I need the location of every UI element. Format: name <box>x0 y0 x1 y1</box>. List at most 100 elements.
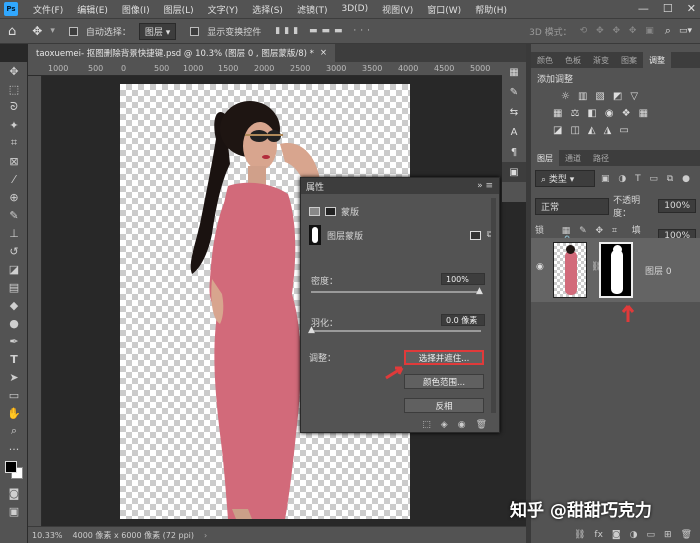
zoom-tool-icon[interactable]: ⌕ <box>0 422 28 440</box>
tab-color[interactable]: 颜色 <box>531 52 559 68</box>
auto-select-checkbox[interactable] <box>68 26 78 36</box>
panel-menu-icon[interactable]: » ≡ <box>477 181 493 191</box>
vibrance-icon[interactable]: ▽ <box>630 91 638 102</box>
density-slider-track[interactable] <box>311 291 481 293</box>
3d-icons[interactable]: ⟲ ✥ ✥ ✥ ▣ <box>580 26 657 36</box>
vector-mask-icon[interactable] <box>325 207 336 216</box>
new-group-icon[interactable]: ▭ <box>647 530 656 540</box>
filter-icons[interactable]: ▣ ◑ T ▭ ⧉ ● <box>601 174 693 184</box>
history-brush-icon[interactable]: ↺ <box>0 242 28 260</box>
menu-view[interactable]: 视图(V) <box>375 3 420 16</box>
minimize-icon[interactable]: — <box>638 2 649 15</box>
color-lookup-icon[interactable]: ▦ <box>639 108 648 119</box>
layer-row[interactable]: ◉ ⛓ 图层 0 <box>531 238 700 302</box>
fx-icon[interactable]: fx <box>594 530 603 540</box>
properties-header[interactable]: 属性 » ≡ <box>301 178 499 194</box>
new-layer-icon[interactable]: ⊞ <box>664 530 672 540</box>
layer-filter-dropdown[interactable]: ⌕ 类型 ▾ <box>535 170 595 187</box>
selective-color-icon[interactable]: ◮ <box>604 125 612 136</box>
maximize-icon[interactable]: ☐ <box>663 2 673 15</box>
tab-paths[interactable]: 路径 <box>587 150 615 166</box>
type-tool-icon[interactable]: T <box>0 350 28 368</box>
healing-brush-icon[interactable]: ⊕ <box>0 188 28 206</box>
show-transform-checkbox[interactable] <box>190 26 200 36</box>
tab-adjustments[interactable]: 调整 <box>643 52 671 68</box>
stamp-tool-icon[interactable]: ⊥ <box>0 224 28 242</box>
paragraph-panel-icon[interactable]: ¶ <box>502 142 526 162</box>
menu-select[interactable]: 选择(S) <box>245 3 290 16</box>
density-slider-handle[interactable]: ▲ <box>476 286 483 296</box>
color-range-button[interactable]: 颜色范围... <box>404 374 484 389</box>
color-swatches[interactable] <box>0 458 28 484</box>
menu-edit[interactable]: 编辑(E) <box>70 3 115 16</box>
layer-mask-thumbnail[interactable] <box>599 242 633 298</box>
load-selection-icon[interactable]: ⬚ <box>422 420 431 430</box>
pixel-mask-icon[interactable] <box>309 207 320 216</box>
menu-filter[interactable]: 滤镜(T) <box>290 3 335 16</box>
close-icon[interactable]: ✕ <box>687 2 696 15</box>
visibility-eye-icon[interactable]: ◉ <box>536 262 544 272</box>
brush-panel-icon[interactable]: ✎ <box>502 82 526 102</box>
menu-window[interactable]: 窗口(W) <box>420 3 468 16</box>
gradient-map-icon[interactable]: ▭ <box>619 125 628 136</box>
feather-field[interactable]: 0.0 像素 <box>441 314 485 326</box>
select-and-mask-button[interactable]: 选择并遮住... <box>404 350 484 365</box>
magic-wand-icon[interactable]: ✦ <box>0 116 28 134</box>
eyedropper-icon[interactable]: ⁄ <box>0 170 28 188</box>
zoom-level[interactable]: 10.33% <box>32 531 63 540</box>
document-tab[interactable]: taoxuemei- 抠图删除背景快捷键.psd @ 10.3% (图层 0 ,… <box>28 44 335 62</box>
menu-type[interactable]: 文字(Y) <box>201 3 246 16</box>
hue-sat-icon[interactable]: ▦ <box>553 108 562 119</box>
search-icon[interactable]: ⌕ <box>665 24 671 38</box>
menu-file[interactable]: 文件(F) <box>26 3 70 16</box>
screen-mode-icon[interactable]: ▣ <box>0 502 28 520</box>
delete-mask-icon[interactable]: 🗑 <box>476 420 487 430</box>
more-tools-icon[interactable]: ··· <box>0 440 28 458</box>
path-select-icon[interactable]: ➤ <box>0 368 28 386</box>
threshold-icon[interactable]: ◭ <box>588 125 596 136</box>
trash-icon[interactable]: 🗑 <box>681 530 692 540</box>
crop-tool-icon[interactable]: ⌗ <box>0 134 28 152</box>
curves-icon[interactable]: ▧ <box>595 91 604 102</box>
exposure-icon[interactable]: ◩ <box>613 91 622 102</box>
character-panel-icon[interactable]: A <box>502 122 526 142</box>
feather-slider-track[interactable] <box>311 330 481 332</box>
close-tab-icon[interactable]: × <box>320 48 327 58</box>
workspace-icon[interactable]: ▭▾ <box>679 26 692 36</box>
menu-3d[interactable]: 3D(D) <box>334 4 375 14</box>
quick-mask-icon[interactable]: ◙ <box>0 484 28 502</box>
tab-layers[interactable]: 图层 <box>531 150 559 166</box>
history-panel-icon[interactable]: ▦ <box>502 62 526 82</box>
auto-select-dropdown[interactable]: 图层 ▾ <box>138 22 177 40</box>
move-tool-icon[interactable]: ✥ <box>32 24 42 38</box>
select-mask-icon[interactable] <box>469 230 481 240</box>
hand-tool-icon[interactable]: ✋ <box>0 404 28 422</box>
bw-icon[interactable]: ◧ <box>587 108 596 119</box>
brightness-icon[interactable]: ☼ <box>561 91 570 102</box>
home-icon[interactable]: ⌂ <box>8 24 16 39</box>
marquee-tool-icon[interactable]: ⬚ <box>0 80 28 98</box>
apply-mask-icon[interactable]: ◈ <box>441 420 448 430</box>
menu-image[interactable]: 图像(I) <box>115 3 157 16</box>
gradient-tool-icon[interactable]: ▤ <box>0 278 28 296</box>
lasso-tool-icon[interactable]: ᘐ <box>0 98 28 116</box>
tab-gradients[interactable]: 渐变 <box>587 52 615 68</box>
blur-tool-icon[interactable]: ◆ <box>0 296 28 314</box>
color-balance-icon[interactable]: ⚖ <box>570 108 579 119</box>
feather-slider-handle[interactable]: ▲ <box>308 325 315 335</box>
brush-tool-icon[interactable]: ✎ <box>0 206 28 224</box>
add-mask-icon[interactable]: ◙ <box>612 530 621 540</box>
density-field[interactable]: 100% <box>441 273 485 285</box>
posterize-icon[interactable]: ◫ <box>570 125 579 136</box>
invert-icon[interactable]: ◪ <box>553 125 562 136</box>
blend-mode-dropdown[interactable]: 正常 <box>535 197 610 215</box>
toggle-mask-icon[interactable]: ◉ <box>458 420 466 430</box>
new-adjustment-icon[interactable]: ◑ <box>630 530 638 540</box>
invert-button[interactable]: 反相 <box>404 398 484 413</box>
menu-layer[interactable]: 图层(L) <box>157 3 201 16</box>
properties-scrollbar[interactable] <box>491 198 496 413</box>
layer-name[interactable]: 图层 0 <box>645 264 672 277</box>
menu-help[interactable]: 帮助(H) <box>468 3 514 16</box>
tab-patterns[interactable]: 图案 <box>615 52 643 68</box>
move-tool-icon[interactable]: ✥ <box>0 62 28 80</box>
